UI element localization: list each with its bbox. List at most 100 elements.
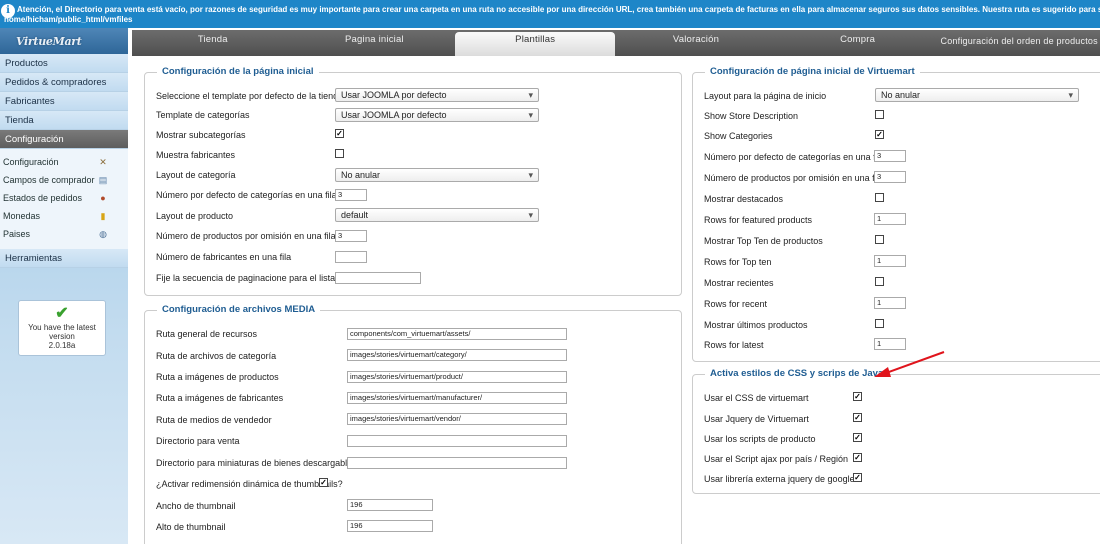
use-google-jquery-checkbox[interactable]: ✓ (853, 473, 862, 482)
resize-checkbox[interactable]: ✓ (319, 478, 328, 487)
cat-template-select[interactable]: Usar JOOMLA por defecto (335, 108, 539, 122)
vm-home-fieldset: Configuración de página inicial de Virtu… (692, 66, 1100, 362)
media-config-fieldset: Configuración de archivos MEDIA Ruta gen… (144, 304, 682, 544)
globe-icon: ◍ (99, 229, 107, 239)
sidebar-item-configuracion[interactable]: Configuración (0, 130, 128, 149)
recent-checkbox[interactable] (875, 277, 884, 286)
show-subcats-label: Mostrar subcategorías (156, 130, 246, 140)
tab-compra[interactable]: Compra (777, 30, 939, 56)
form-icon: ▤ (98, 175, 108, 185)
virtuemart-logo[interactable]: VirtueMart (0, 28, 128, 54)
media-path-input[interactable]: images/stories/virtuemart/category/ (347, 349, 567, 361)
use-jquery-label: Usar Jquery de Virtuemart (704, 414, 809, 424)
rows-featured-label: Rows for featured products (704, 215, 813, 225)
manuf-per-row-input[interactable] (335, 251, 367, 263)
cat-layout-select[interactable]: No anular (335, 168, 539, 182)
manuf-per-row-label: Número de fabricantes en una fila (156, 252, 292, 262)
vm-layout-label: Layout para la página de inicio (704, 91, 827, 101)
template-select[interactable]: Usar JOOMLA por defecto (335, 88, 539, 102)
media-row-label: Ruta a imágenes de fabricantes (156, 393, 284, 403)
sidebar-item-tienda[interactable]: Tienda (0, 111, 128, 130)
sidebar: VirtueMart Productos Pedidos & comprador… (0, 28, 128, 544)
cat-layout-label: Layout de categoría (156, 170, 236, 180)
tab-pagina-inicial[interactable]: Pagina inicial (294, 30, 456, 56)
css-js-fieldset: Activa estilos de CSS y scrips de Java U… (692, 368, 1100, 494)
show-cats-checkbox[interactable]: ✓ (875, 130, 884, 139)
status-icon: ● (100, 193, 106, 203)
media-path-input[interactable]: images/stories/virtuemart/product/ (347, 371, 567, 383)
vm-cats-row-label: Número por defecto de categorías en una … (704, 152, 885, 162)
wrench-icon: ✕ (99, 157, 107, 167)
submenu-item-estados[interactable]: Estados de pedidos ● (0, 189, 128, 207)
rows-recent-input[interactable]: 1 (874, 297, 906, 309)
rows-latest-input[interactable]: 1 (874, 338, 906, 350)
tab-plantillas[interactable]: Plantillas (455, 32, 616, 56)
topten-checkbox[interactable] (875, 235, 884, 244)
resize-label: ¿Activar redimensión dinámica de thumbna… (156, 479, 343, 489)
cat-template-label: Template de categorías (156, 110, 250, 120)
store-desc-checkbox[interactable] (875, 110, 884, 119)
pagination-input[interactable] (335, 272, 421, 284)
home-config-fieldset: Configuración de la página inicial Selec… (144, 66, 682, 296)
prod-layout-label: Layout de producto (156, 211, 234, 221)
prods-per-row-input[interactable]: 3 (335, 230, 367, 242)
prod-layout-select[interactable]: default (335, 208, 539, 222)
rows-featured-input[interactable]: 1 (874, 213, 906, 225)
thumb-width-input[interactable]: 196 (347, 499, 433, 511)
submenu-item-paises[interactable]: Paises ◍ (0, 225, 128, 243)
rows-recent-label: Rows for recent (704, 299, 768, 309)
vm-prods-row-input[interactable]: 3 (874, 171, 906, 183)
fieldset-legend: Configuración de página inicial de Virtu… (705, 66, 920, 77)
tab-tienda[interactable]: Tienda (132, 30, 294, 56)
use-vm-css-label: Usar el CSS de virtuemart (704, 393, 809, 403)
sidebar-item-herramientas[interactable]: Herramientas (0, 249, 128, 268)
featured-label: Mostrar destacados (704, 194, 784, 204)
sidebar-item-productos[interactable]: Productos (0, 54, 128, 73)
config-submenu: Configuración ✕ Campos de comprador ▤ Es… (0, 149, 128, 249)
use-jquery-checkbox[interactable]: ✓ (853, 413, 862, 422)
sidebar-item-fabricantes[interactable]: Fabricantes (0, 92, 128, 111)
notice-text: Atención, el Directorio para venta está … (17, 5, 1100, 14)
store-desc-label: Show Store Description (704, 111, 799, 121)
use-ajax-script-checkbox[interactable]: ✓ (853, 453, 862, 462)
media-row-label: Ruta de archivos de categoría (156, 351, 277, 361)
config-tabs: Tienda Pagina inicial Plantillas Valorac… (132, 30, 1100, 56)
featured-checkbox[interactable] (875, 193, 884, 202)
media-path-input[interactable]: images/stories/virtuemart/vendor/ (347, 413, 567, 425)
prods-per-row-label: Número de productos por omisión en una f… (156, 231, 336, 241)
use-ajax-script-label: Usar el Script ajax por país / Región (704, 454, 849, 464)
media-path-input[interactable]: components/com_virtuemart/assets/ (347, 328, 567, 340)
use-product-scripts-checkbox[interactable]: ✓ (853, 433, 862, 442)
media-path-input[interactable] (347, 457, 567, 469)
media-path-input[interactable]: images/stories/virtuemart/manufacturer/ (347, 392, 567, 404)
sidebar-item-pedidos[interactable]: Pedidos & compradores (0, 73, 128, 92)
use-vm-css-checkbox[interactable]: ✓ (853, 392, 862, 401)
submenu-item-campos[interactable]: Campos de comprador ▤ (0, 171, 128, 189)
show-manuf-checkbox[interactable] (335, 149, 344, 158)
fieldset-legend: Activa estilos de CSS y scrips de Java (705, 368, 889, 379)
topten-label: Mostrar Top Ten de productos (704, 236, 823, 246)
use-product-scripts-label: Usar los scripts de producto (704, 434, 816, 444)
latest-label: Mostrar últimos productos (704, 320, 808, 330)
rows-topten-label: Rows for Top ten (704, 257, 772, 267)
media-row-label: Directorio para miniaturas de bienes des… (156, 458, 357, 468)
media-path-input[interactable] (347, 435, 567, 447)
vm-cats-row-input[interactable]: 3 (874, 150, 906, 162)
version-status: ✔ You have the latest version 2.0.18a (18, 300, 106, 356)
media-row-label: Ruta a imágenes de productos (156, 372, 279, 382)
submenu-item-configuracion[interactable]: Configuración ✕ (0, 153, 128, 171)
cats-per-row-input[interactable]: 3 (335, 189, 367, 201)
thumb-height-label: Alto de thumbnail (156, 522, 226, 532)
thumb-height-input[interactable]: 196 (347, 520, 433, 532)
vm-layout-select[interactable]: No anular (875, 88, 1079, 102)
media-row-label: Ruta de medios de vendedor (156, 415, 272, 425)
tab-valoracion[interactable]: Valoración (615, 30, 777, 56)
rows-topten-input[interactable]: 1 (874, 255, 906, 267)
show-subcats-checkbox[interactable]: ✓ (335, 129, 344, 138)
cats-per-row-label: Número por defecto de categorías en una … (156, 190, 337, 200)
submenu-item-monedas[interactable]: Monedas ▮ (0, 207, 128, 225)
latest-checkbox[interactable] (875, 319, 884, 328)
rows-latest-label: Rows for latest (704, 340, 764, 350)
media-row-label: Ruta general de recursos (156, 329, 258, 339)
tab-orden-productos[interactable]: Configuración del orden de productos (938, 30, 1100, 56)
